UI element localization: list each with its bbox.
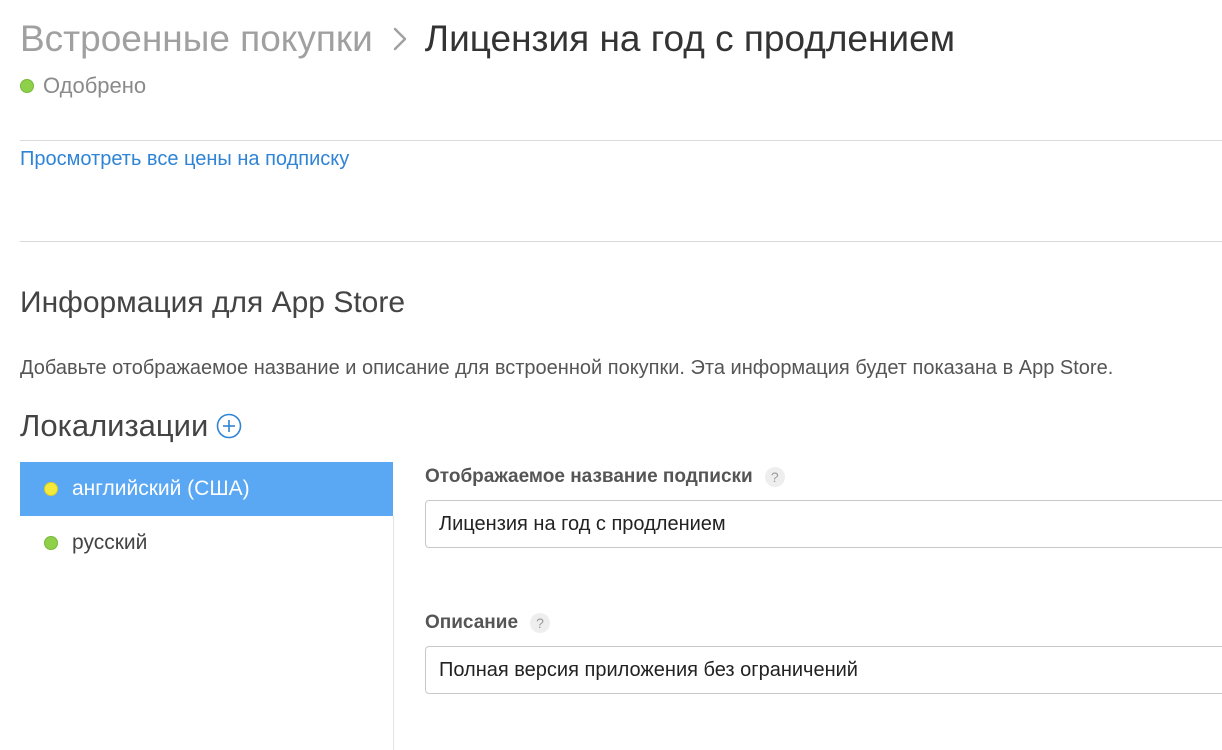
- description-label-text: Описание: [425, 612, 519, 633]
- localizations-title: Локализации: [20, 408, 209, 443]
- column-divider: [393, 516, 394, 750]
- view-all-prices-link[interactable]: Просмотреть все цены на подписку: [20, 148, 349, 171]
- localizations-header: Локализации: [20, 404, 242, 448]
- status-dot-icon: [44, 482, 58, 496]
- localization-item-russian[interactable]: русский: [20, 516, 393, 570]
- help-icon[interactable]: ?: [530, 613, 551, 633]
- section-title: Информация для App Store: [20, 286, 406, 319]
- breadcrumb-parent-link[interactable]: Встроенные покупки: [20, 18, 373, 60]
- divider: [20, 241, 1222, 242]
- localization-item-english-us[interactable]: английский (США): [20, 462, 393, 516]
- status-dot-icon: [44, 536, 58, 550]
- display-name-input[interactable]: [425, 500, 1222, 548]
- localization-label: русский: [72, 531, 148, 554]
- status-label: Одобрено: [43, 73, 147, 98]
- display-name-label: Отображаемое название подписки ?: [425, 464, 785, 490]
- divider: [20, 140, 1222, 141]
- localization-label: английский (США): [72, 477, 250, 500]
- chevron-right-icon: [393, 27, 407, 51]
- description-input[interactable]: [425, 646, 1222, 694]
- page-title: Лицензия на год с продлением: [424, 18, 956, 59]
- status-badge: Одобрено: [20, 72, 146, 100]
- breadcrumb: Встроенные покупки Лицензия на год с про…: [20, 14, 955, 64]
- display-name-label-text: Отображаемое название подписки: [425, 466, 753, 487]
- plus-circle-icon[interactable]: [216, 413, 242, 439]
- status-dot-icon: [20, 79, 34, 93]
- section-description: Добавьте отображаемое название и описани…: [20, 357, 1114, 379]
- localizations-list: английский (США) русский: [20, 462, 393, 570]
- help-icon[interactable]: ?: [764, 467, 785, 487]
- description-label: Описание ?: [425, 610, 551, 636]
- page: Встроенные покупки Лицензия на год с про…: [0, 0, 1222, 750]
